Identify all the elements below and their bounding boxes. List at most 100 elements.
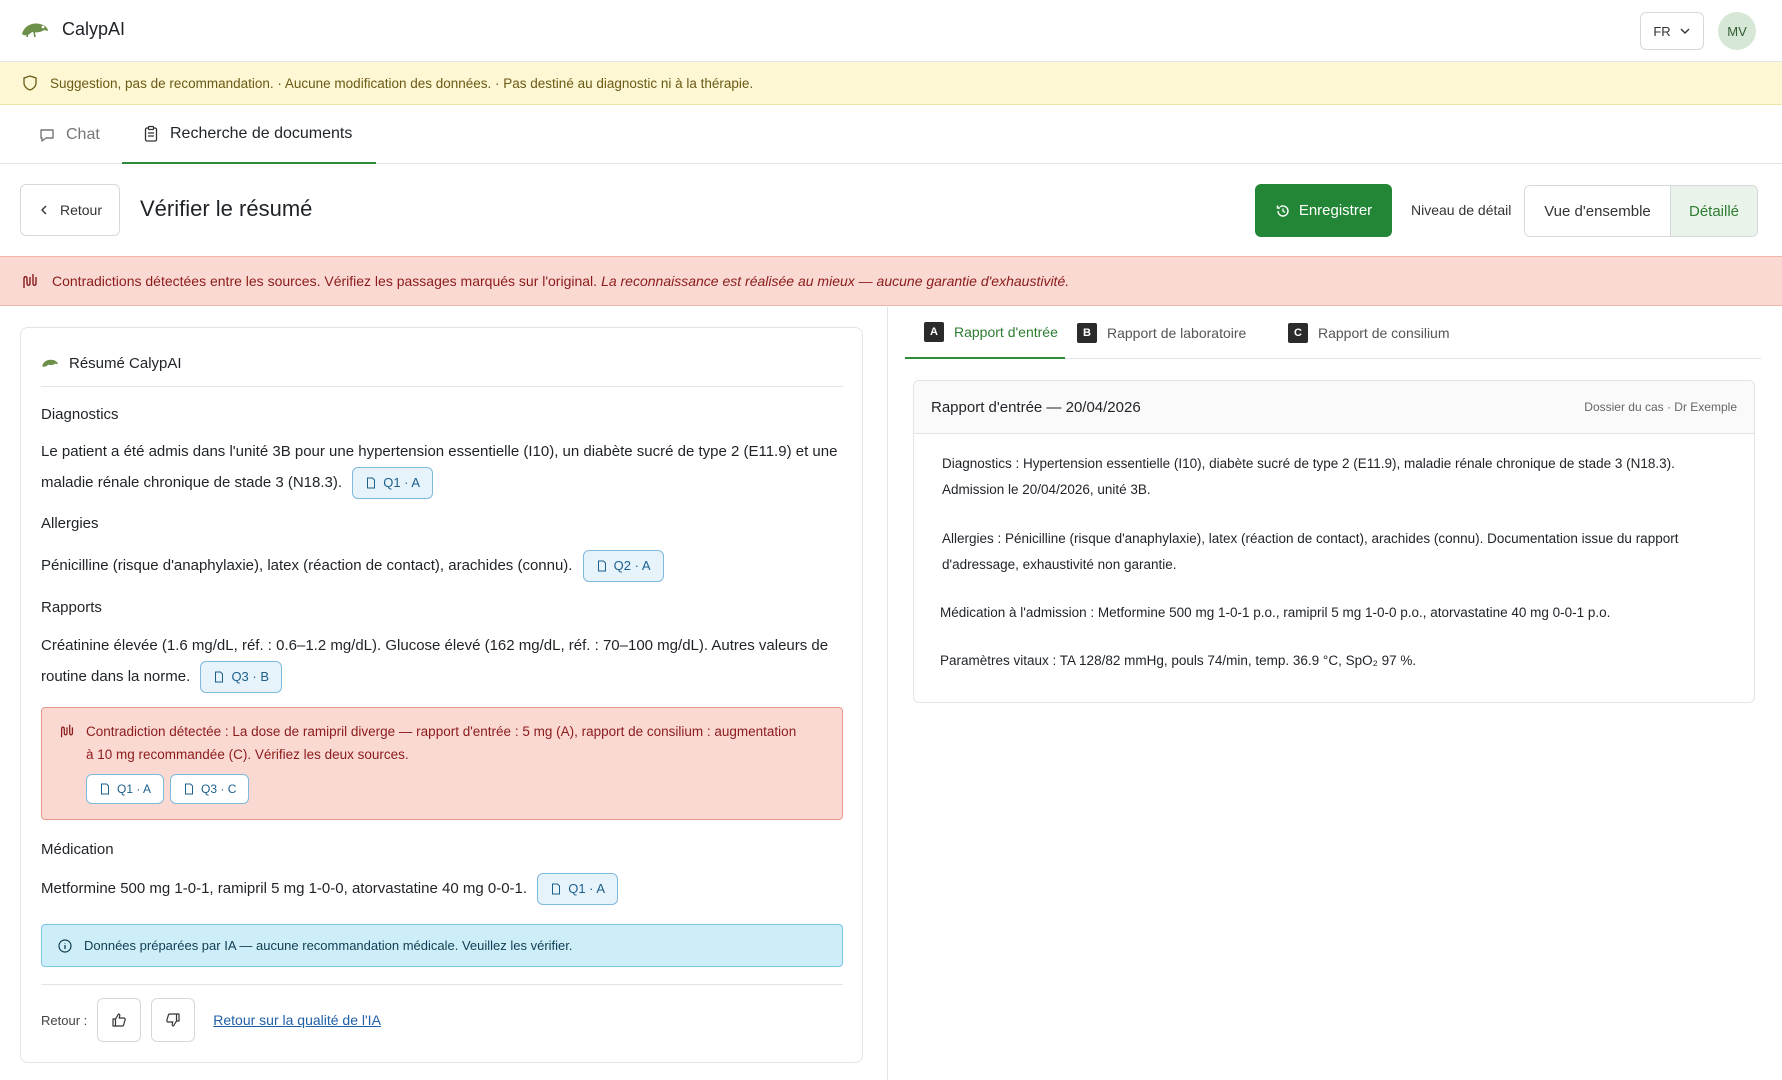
tab-chat-label: Chat [66,125,100,143]
document-paragraph: Paramètres vitaux : TA 128/82 mmHg, poul… [940,653,1417,668]
detail-level-label: Niveau de détail [1411,202,1512,218]
doc-letter-badge: C [1288,323,1308,343]
contradiction-alert-text: Contradiction détectée : La dose de rami… [86,724,797,762]
detail-level-toggle: Vue d'ensemble Détaillé [1524,185,1758,237]
source-chip[interactable]: Q3 · B [200,661,283,693]
diagnostics-text: Le patient a été admis dans l'unité 3B p… [41,443,838,491]
ai-info-notice: Données préparées par IA — aucune recomm… [41,924,843,967]
document-icon [185,783,194,795]
ai-quality-feedback-link[interactable]: Retour sur la qualité de l'IA [213,1012,381,1028]
source-chip-label: Q3 · C [201,782,237,796]
ai-info-text: Données préparées par IA — aucune recomm… [84,938,573,953]
document-title: Rapport d'entrée — 20/04/2026 [931,398,1141,416]
reports-heading: Rapports [41,599,102,616]
tab-lab-report[interactable]: B Rapport de laboratoire [1077,307,1246,359]
language-selector[interactable]: FR [1640,12,1704,50]
medication-text-block: Metformine 500 mg 1-0-1, ramipril 5 mg 1… [41,873,841,905]
save-button[interactable]: Enregistrer [1255,184,1392,237]
chameleon-logo-icon [42,359,58,367]
source-chip-label: Q2 · A [613,558,651,573]
contradiction-icon [60,724,74,738]
summary-title: Résumé CalypAI [69,354,182,372]
save-label: Enregistrer [1298,202,1373,219]
thumbs-down-icon [166,1013,180,1027]
shield-icon [23,75,37,91]
language-label: FR [1653,23,1671,39]
document-icon [367,477,376,489]
document-header: Rapport d'entrée — 20/04/2026 Dossier du… [914,381,1754,434]
medication-heading: Médication [41,841,114,858]
user-avatar[interactable]: MV [1718,12,1756,50]
source-chip[interactable]: Q1 · A [352,467,434,499]
tab-document-search[interactable]: Recherche de documents [122,105,376,164]
document-icon [215,671,224,683]
document-paragraph: Diagnostics : Hypertension essentielle (… [942,456,1675,497]
tab-admission-report-label: Rapport d'entrée [954,324,1058,340]
detailed-option[interactable]: Détaillé [1671,186,1757,236]
thumbs-up-button[interactable] [97,998,142,1042]
brand[interactable]: CalypAI [20,18,125,40]
chevron-down-icon [1680,28,1690,34]
history-icon [1276,204,1289,217]
tab-consilium-report-label: Rapport de consilium [1318,325,1450,341]
diagnostics-heading: Diagnostics [41,406,119,423]
allergies-text: Pénicilline (risque d'anaphylaxie), late… [41,556,573,574]
document-viewer-card: Rapport d'entrée — 20/04/2026 Dossier du… [913,380,1755,703]
source-chip-label: Q3 · B [231,669,270,684]
document-icon [552,883,561,895]
contradiction-sources: Q1 · A Q3 · C [86,774,250,804]
contradiction-icon [23,274,37,288]
chameleon-logo-icon [22,23,48,38]
disclaimer-text: Suggestion, pas de recommandation. · Auc… [50,75,754,91]
thumbs-up-icon [112,1013,127,1027]
doc-letter-badge: B [1077,323,1097,343]
diagnostics-text-block: Le patient a été admis dans l'unité 3B p… [41,437,841,499]
chat-bubble-icon [40,128,54,142]
document-paragraph: Allergies : Pénicilline (risque d'anaphy… [942,531,1679,572]
tab-admission-report[interactable]: A Rapport d'entrée [905,307,1065,359]
summary-card: Résumé CalypAI Diagnostics Le patient a … [20,327,863,1063]
back-label: Retour [59,202,103,218]
document-tabs: A Rapport d'entrée B Rapport de laborato… [905,307,1761,359]
tab-lab-report-label: Rapport de laboratoire [1107,325,1247,341]
contradiction-alert: Contradiction détectée : La dose de rami… [41,707,843,820]
medication-text: Metformine 500 mg 1-0-1, ramipril 5 mg 1… [41,879,528,897]
summary-card-header: Résumé CalypAI [41,340,843,387]
contradiction-banner-text: Contradictions détectées entre les sourc… [52,273,598,289]
info-icon [58,938,72,953]
reports-text-block: Créatinine élevée (1.6 mg/dL, réf. : 0.6… [41,631,841,693]
tab-document-search-label: Recherche de documents [170,124,353,142]
tab-consilium-report[interactable]: C Rapport de consilium [1288,307,1450,359]
source-chip[interactable]: Q1 · A [86,774,165,804]
source-chip-label: Q1 · A [117,782,152,796]
doc-letter-badge: A [924,322,944,342]
document-icon [597,560,606,572]
thumbs-down-button[interactable] [151,998,196,1042]
source-chip[interactable]: Q1 · A [537,873,619,905]
contradiction-banner: Contradictions détectées entre les sourc… [0,256,1782,306]
source-chip-label: Q1 · A [383,475,421,490]
back-button[interactable]: Retour [20,184,120,236]
reports-text: Créatinine élevée (1.6 mg/dL, réf. : 0.6… [41,637,829,685]
app-name: CalypAI [62,18,126,39]
overview-option[interactable]: Vue d'ensemble [1525,186,1671,236]
source-documents-panel: A Rapport d'entrée B Rapport de laborato… [887,307,1782,1080]
document-meta: Dossier du cas · Dr Exemple [1584,400,1737,414]
disclaimer-bar: Suggestion, pas de recommandation. · Auc… [0,62,1782,105]
feedback-label: Retour : [41,1012,88,1028]
source-chip[interactable]: Q2 · A [582,550,664,582]
top-bar: CalypAI FR MV [0,0,1782,62]
clipboard-icon [144,125,158,142]
source-chip-label: Q1 · A [568,881,606,896]
feedback-row: Retour : Retour sur la qualité de l'IA [41,998,381,1042]
chevron-left-icon [40,205,47,215]
main-tabs: Chat Recherche de documents [0,105,1782,164]
allergies-heading: Allergies [41,515,99,532]
document-paragraph: Médication à l'admission : Metformine 50… [940,605,1611,620]
tab-chat[interactable]: Chat [38,105,100,164]
contradiction-banner-note: La reconnaissance est réalisée au mieux … [601,273,1070,289]
page-title: Vérifier le résumé [140,196,313,221]
divider [41,984,843,985]
allergies-text-block: Pénicilline (risque d'anaphylaxie), late… [41,550,841,582]
source-chip[interactable]: Q3 · C [170,774,250,804]
